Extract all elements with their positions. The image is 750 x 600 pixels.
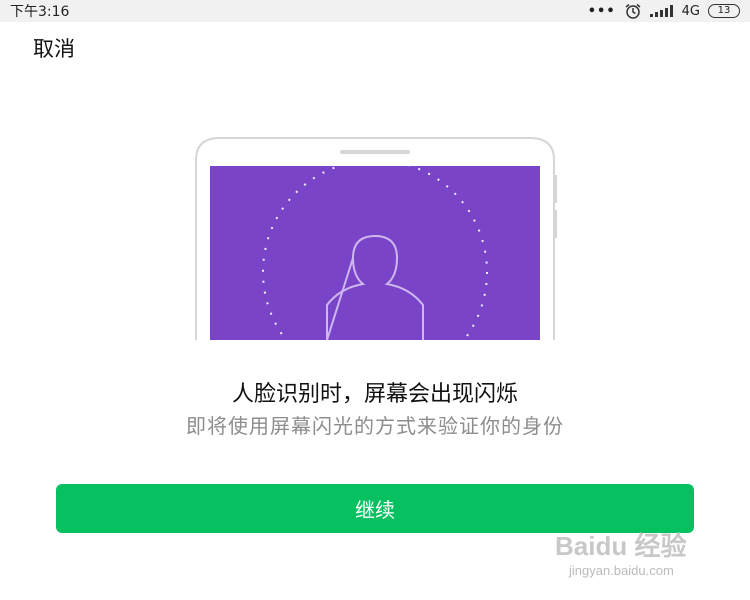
signal-icon bbox=[649, 5, 673, 17]
continue-button-label: 继续 bbox=[355, 498, 395, 522]
notification-dots: ••• bbox=[587, 3, 616, 19]
network-type: 4G bbox=[681, 3, 700, 19]
status-time: 下午3:16 bbox=[10, 4, 70, 20]
page-subtitle: 即将使用屏幕闪光的方式来验证你的身份 bbox=[186, 414, 564, 438]
watermark-brand: Baidu 经验 bbox=[555, 531, 687, 561]
cancel-button[interactable]: 取消 bbox=[33, 33, 75, 63]
page-title: 人脸识别时，屏幕会出现闪烁 bbox=[231, 382, 518, 407]
phone-illustration bbox=[195, 137, 557, 340]
battery-icon: 13 bbox=[708, 4, 740, 18]
baidu-jingyan-watermark: Baidu 经验 jingyan.baidu.com bbox=[555, 526, 715, 586]
alarm-icon bbox=[625, 3, 641, 19]
status-icons: ••• 4G 13 bbox=[588, 3, 740, 19]
status-bar: 下午3:16 ••• 4G 13 bbox=[0, 0, 750, 22]
watermark-url: jingyan.baidu.com bbox=[569, 563, 674, 578]
battery-level: 13 bbox=[717, 5, 731, 16]
